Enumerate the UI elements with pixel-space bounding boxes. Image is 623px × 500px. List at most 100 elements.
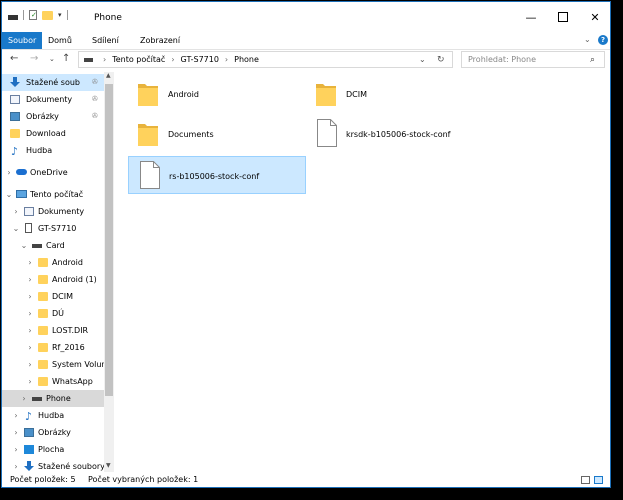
nav-item-card[interactable]: ⌄ Card (2, 237, 106, 254)
new-folder-icon[interactable] (42, 10, 53, 20)
chevron-down-icon[interactable]: ▾ (58, 11, 62, 19)
chevron-down-icon[interactable]: ⌄ (12, 220, 20, 237)
cloud-icon (16, 169, 27, 175)
nav-item-dcim[interactable]: › DCIM (2, 288, 106, 305)
window-title: Phone (94, 13, 122, 23)
nav-item-obrazky[interactable]: › Obrázky (2, 424, 106, 441)
refresh-icon[interactable]: ↻ (437, 55, 445, 65)
folder-icon (138, 84, 158, 106)
chevron-right-icon[interactable]: › (26, 373, 34, 390)
chevron-right-icon[interactable]: › (26, 339, 34, 356)
breadcrumb-tento-pocitac[interactable]: Tento počítač (112, 55, 165, 64)
scroll-up-icon[interactable]: ▲ (106, 72, 111, 79)
nav-item-obrazky-quick[interactable]: Obrázky ✇ (2, 108, 106, 125)
nav-item-plocha[interactable]: › Plocha (2, 441, 106, 458)
chevron-right-icon[interactable]: › (26, 305, 34, 322)
music-icon: ♪ (11, 145, 19, 158)
file-tile-krsdk-stock-conf[interactable]: krsdk-b105006-stock-conf (306, 115, 484, 153)
breadcrumb-separator-icon[interactable]: › (225, 55, 228, 64)
tab-sdileni[interactable]: Sdílení (86, 32, 125, 49)
forward-arrow-icon[interactable]: → (30, 53, 38, 64)
search-icon: ⌕ (590, 54, 596, 65)
breadcrumb-gt-s7710[interactable]: GT-S7710 (181, 55, 219, 64)
title-bar: ✓ ▾ Phone — ✕ (2, 2, 610, 32)
help-icon[interactable]: ? (598, 35, 608, 45)
breadcrumb-separator-icon[interactable]: › (171, 55, 174, 64)
chevron-right-icon[interactable]: › (12, 424, 20, 441)
tab-soubor[interactable]: Soubor (2, 32, 43, 49)
properties-icon[interactable]: ✓ (29, 10, 37, 20)
chevron-down-icon[interactable]: ⌄ (5, 186, 13, 203)
download-arrow-icon (10, 77, 20, 87)
chevron-right-icon[interactable]: › (12, 407, 20, 424)
quick-access-toolbar: ✓ ▾ (8, 10, 68, 20)
nav-item-download-quick[interactable]: Download (2, 125, 106, 142)
recent-locations-chevron-icon[interactable]: ⌄ (49, 55, 55, 63)
folder-icon (38, 309, 48, 318)
nav-item-rf-2016[interactable]: › Rf_2016 (2, 339, 106, 356)
chevron-right-icon[interactable]: › (26, 322, 34, 339)
download-arrow-icon (24, 461, 34, 471)
nav-item-whatsapp[interactable]: › WhatsApp (2, 373, 106, 390)
nav-item-android-1[interactable]: › Android (1) (2, 271, 106, 288)
details-view-icon[interactable] (581, 476, 590, 484)
nav-item-dokumenty[interactable]: › Dokumenty (2, 203, 106, 220)
nav-scrollbar[interactable]: ▲ ▼ (104, 72, 114, 472)
nav-item-onedrive[interactable]: › OneDrive (2, 164, 106, 181)
chevron-right-icon[interactable]: › (12, 458, 20, 472)
folder-icon (38, 343, 48, 352)
maximize-button[interactable] (547, 2, 579, 32)
folder-icon (10, 129, 20, 138)
pin-icon[interactable]: ✇ (92, 108, 98, 125)
folder-tile-documents[interactable]: Documents (128, 115, 306, 153)
folder-tile-android[interactable]: Android (128, 75, 306, 113)
tab-zobrazeni[interactable]: Zobrazení (134, 32, 186, 49)
chevron-right-icon[interactable]: › (20, 390, 28, 407)
file-tile-rs-stock-conf[interactable]: rs-b105006-stock-conf (128, 156, 306, 194)
pin-icon[interactable]: ✇ (92, 74, 98, 91)
close-button[interactable]: ✕ (579, 2, 610, 32)
nav-item-lost-dir[interactable]: › LOST.DIR (2, 322, 106, 339)
large-icons-view-icon[interactable] (594, 476, 603, 484)
address-dropdown-icon[interactable]: ⌄ (419, 55, 426, 64)
ribbon-tabs: Soubor Domů Sdílení Zobrazení ⌄ ? (2, 32, 610, 50)
chevron-right-icon[interactable]: › (26, 271, 34, 288)
device-icon (25, 223, 32, 233)
nav-item-android[interactable]: › Android (2, 254, 106, 271)
breadcrumb-separator-icon[interactable]: › (103, 55, 106, 64)
folder-tile-dcim[interactable]: DCIM (306, 75, 484, 113)
nav-item-gt-s7710[interactable]: ⌄ GT-S7710 (2, 220, 106, 237)
desktop-icon (24, 445, 34, 454)
chevron-down-icon[interactable]: ⌄ (20, 237, 28, 254)
back-arrow-icon[interactable]: ← (10, 53, 18, 64)
pin-icon[interactable]: ✇ (92, 91, 98, 108)
chevron-right-icon[interactable]: › (12, 441, 20, 458)
nav-item-stazene-soubory[interactable]: › Stažené soubory (2, 458, 106, 472)
chevron-right-icon[interactable]: › (26, 288, 34, 305)
nav-item-system-volume[interactable]: › System Volun (2, 356, 106, 373)
tab-domu[interactable]: Domů (42, 32, 78, 49)
nav-item-tento-pocitac[interactable]: ⌄ Tento počítač (2, 186, 106, 203)
breadcrumb-phone[interactable]: Phone (234, 55, 259, 64)
ribbon-expand-icon[interactable]: ⌄ (584, 35, 591, 44)
search-input[interactable]: Prohledat: Phone ⌕ (461, 51, 605, 68)
maximize-icon (558, 12, 568, 22)
nav-item-dokumenty-quick[interactable]: Dokumenty ✇ (2, 91, 106, 108)
address-bar[interactable]: › Tento počítač › GT-S7710 › Phone ⌄ ↻ (78, 51, 453, 68)
chevron-right-icon[interactable]: › (26, 254, 34, 271)
up-arrow-icon[interactable]: ↑ (62, 53, 70, 64)
drive-icon[interactable] (8, 14, 18, 20)
nav-item-phone[interactable]: › Phone (2, 390, 106, 407)
minimize-button[interactable]: — (515, 2, 547, 32)
file-icon (317, 119, 337, 147)
chevron-right-icon[interactable]: › (26, 356, 34, 373)
nav-item-hudba-quick[interactable]: ♪ Hudba (2, 142, 106, 159)
nav-item-du[interactable]: › DÚ (2, 305, 106, 322)
chevron-right-icon[interactable]: › (5, 164, 13, 181)
scroll-down-icon[interactable]: ▼ (106, 462, 111, 469)
nav-item-hudba[interactable]: › ♪ Hudba (2, 407, 106, 424)
chevron-right-icon[interactable]: › (12, 203, 20, 220)
nav-scrollbar-thumb[interactable] (105, 84, 113, 396)
folder-icon (138, 124, 158, 146)
nav-item-stazene-soubory-quick[interactable]: Stažené soub ✇ (2, 74, 106, 91)
